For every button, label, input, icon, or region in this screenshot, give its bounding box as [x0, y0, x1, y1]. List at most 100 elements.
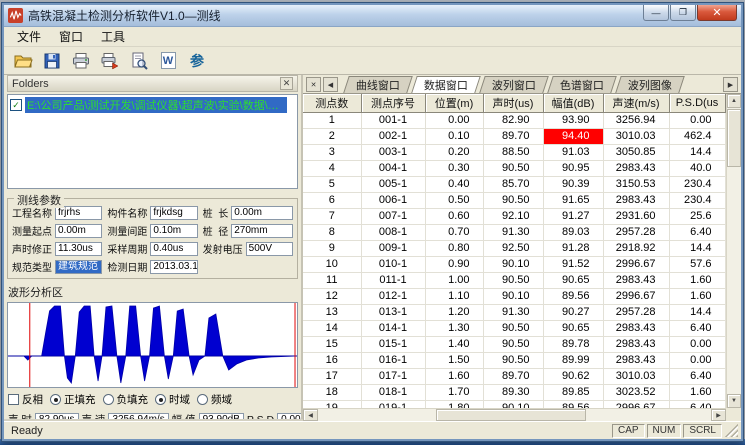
table-cell[interactable]: 0.50 — [425, 192, 483, 208]
table-cell[interactable]: 90.65 — [543, 320, 603, 336]
table-cell[interactable]: 2983.43 — [603, 352, 669, 368]
print-button[interactable] — [69, 49, 93, 73]
table-cell[interactable]: 2983.43 — [603, 272, 669, 288]
param-value[interactable]: 0.40us — [150, 242, 197, 256]
table-cell[interactable]: 91.30 — [483, 304, 543, 320]
table-cell[interactable]: 88.50 — [483, 144, 543, 160]
tree-item-checkbox[interactable]: ✓ — [10, 99, 22, 111]
table-cell[interactable]: 2983.43 — [603, 192, 669, 208]
param-value[interactable]: 270mm — [231, 224, 293, 238]
print-preview-button[interactable] — [127, 49, 151, 73]
table-cell[interactable]: 89.78 — [543, 336, 603, 352]
table-cell[interactable]: 90.50 — [483, 352, 543, 368]
table-row[interactable]: 17017-11.6089.7090.623010.036.40 — [303, 368, 725, 384]
table-cell[interactable]: 90.50 — [483, 192, 543, 208]
table-cell[interactable]: 1.30 — [425, 320, 483, 336]
table-cell[interactable]: 1.70 — [425, 384, 483, 400]
table-row[interactable]: 18018-11.7089.3089.853023.521.60 — [303, 384, 725, 400]
table-cell[interactable]: 90.65 — [543, 272, 603, 288]
table-cell[interactable]: 0.80 — [425, 240, 483, 256]
table-row[interactable]: 12012-11.1090.1089.562996.671.60 — [303, 288, 725, 304]
table-cell[interactable]: 7 — [303, 208, 361, 224]
table-cell[interactable]: 90.39 — [543, 176, 603, 192]
table-cell[interactable]: 6.40 — [669, 320, 725, 336]
table-cell[interactable]: 89.99 — [543, 352, 603, 368]
tab[interactable]: 波列图像 — [615, 76, 685, 93]
table-cell[interactable]: 018-1 — [361, 384, 425, 400]
table-row[interactable]: 10010-10.9090.1091.522996.6757.6 — [303, 256, 725, 272]
table-cell[interactable]: 1.50 — [425, 352, 483, 368]
table-cell[interactable]: 91.28 — [543, 240, 603, 256]
table-cell[interactable]: 17 — [303, 368, 361, 384]
table-cell[interactable]: 5 — [303, 176, 361, 192]
table-row[interactable]: 13013-11.2091.3090.272957.2814.4 — [303, 304, 725, 320]
waveform-plot[interactable] — [7, 302, 298, 388]
table-cell[interactable]: 15 — [303, 336, 361, 352]
table-cell[interactable]: 90.95 — [543, 160, 603, 176]
table-cell[interactable]: 017-1 — [361, 368, 425, 384]
horizontal-scrollbar[interactable]: ◀ ▶ — [303, 408, 726, 421]
table-cell[interactable]: 4 — [303, 160, 361, 176]
table-cell[interactable]: 2983.43 — [603, 160, 669, 176]
table-cell[interactable]: 002-1 — [361, 128, 425, 144]
table-cell[interactable]: 2931.60 — [603, 208, 669, 224]
table-cell[interactable]: 005-1 — [361, 176, 425, 192]
radio-负填充[interactable]: 负填充 — [103, 392, 149, 407]
param-value[interactable]: 0.00m — [231, 206, 293, 220]
table-cell[interactable]: 0.00 — [669, 352, 725, 368]
table-cell[interactable]: 9 — [303, 240, 361, 256]
table-cell[interactable]: 92.50 — [483, 240, 543, 256]
table-cell[interactable]: 89.30 — [483, 384, 543, 400]
table-cell[interactable]: 89.03 — [543, 224, 603, 240]
table-row[interactable]: 1001-10.0082.9093.903256.940.00 — [303, 112, 725, 128]
table-cell[interactable]: 3 — [303, 144, 361, 160]
table-cell[interactable]: 89.56 — [543, 288, 603, 304]
table-cell[interactable]: 90.27 — [543, 304, 603, 320]
menu-item[interactable]: 工具 — [92, 26, 134, 47]
print-export-button[interactable] — [98, 49, 122, 73]
param-value[interactable]: 11.30us — [55, 242, 102, 256]
param-value[interactable]: 2013.03.13 — [150, 260, 197, 274]
table-cell[interactable]: 2996.67 — [603, 288, 669, 304]
table-cell[interactable]: 008-1 — [361, 224, 425, 240]
table-cell[interactable]: 462.4 — [669, 128, 725, 144]
table-cell[interactable]: 12 — [303, 288, 361, 304]
table-row[interactable]: 2002-10.1089.7094.403010.03462.4 — [303, 128, 725, 144]
table-cell[interactable]: 18 — [303, 384, 361, 400]
table-cell[interactable]: 1 — [303, 112, 361, 128]
table-cell[interactable]: 6.40 — [669, 368, 725, 384]
table-cell[interactable]: 14.4 — [669, 144, 725, 160]
table-cell[interactable]: 003-1 — [361, 144, 425, 160]
table-cell[interactable]: 90.10 — [483, 288, 543, 304]
table-cell[interactable]: 89.70 — [483, 128, 543, 144]
table-cell[interactable]: 16 — [303, 352, 361, 368]
table-cell[interactable]: 14 — [303, 320, 361, 336]
table-cell[interactable]: 2996.67 — [603, 256, 669, 272]
table-cell[interactable]: 0.40 — [425, 176, 483, 192]
table-row[interactable]: 8008-10.7091.3089.032957.286.40 — [303, 224, 725, 240]
table-cell[interactable]: 1.40 — [425, 336, 483, 352]
tab[interactable]: 数据窗口 — [411, 76, 481, 93]
table-cell[interactable]: 3010.03 — [603, 368, 669, 384]
table-cell[interactable]: 0.70 — [425, 224, 483, 240]
table-row[interactable]: 6006-10.5090.5091.652983.43230.4 — [303, 192, 725, 208]
table-cell[interactable]: 90.10 — [483, 256, 543, 272]
param-value[interactable]: 0.10m — [150, 224, 197, 238]
table-cell[interactable]: 10 — [303, 256, 361, 272]
save-button[interactable] — [40, 49, 64, 73]
table-row[interactable]: 9009-10.8092.5091.282918.9214.4 — [303, 240, 725, 256]
table-cell[interactable]: 93.90 — [543, 112, 603, 128]
table-cell[interactable]: 91.65 — [543, 192, 603, 208]
table-cell[interactable]: 2957.28 — [603, 304, 669, 320]
table-cell[interactable]: 1.00 — [425, 272, 483, 288]
table-cell[interactable]: 11 — [303, 272, 361, 288]
table-cell[interactable]: 2983.43 — [603, 336, 669, 352]
tab-scroll-left-button[interactable]: ◀ — [323, 77, 338, 92]
radio-正填充[interactable]: 正填充 — [50, 392, 96, 407]
table-cell[interactable]: 3256.94 — [603, 112, 669, 128]
menu-item[interactable]: 窗口 — [50, 26, 92, 47]
folder-tree[interactable]: ✓ E:\公司产品\测试开发\调试仪器\超声波\实验\数据\检测数据\cd\p0… — [7, 94, 298, 189]
table-cell[interactable]: 1.60 — [669, 384, 725, 400]
table-cell[interactable]: 57.6 — [669, 256, 725, 272]
table-cell[interactable]: 009-1 — [361, 240, 425, 256]
